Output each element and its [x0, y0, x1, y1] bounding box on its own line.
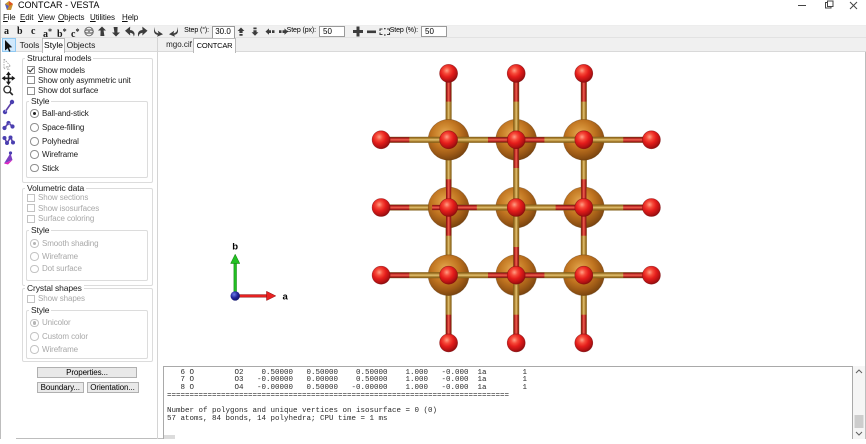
svg-text:a: a — [283, 292, 289, 303]
svg-text:b: b — [232, 242, 238, 253]
